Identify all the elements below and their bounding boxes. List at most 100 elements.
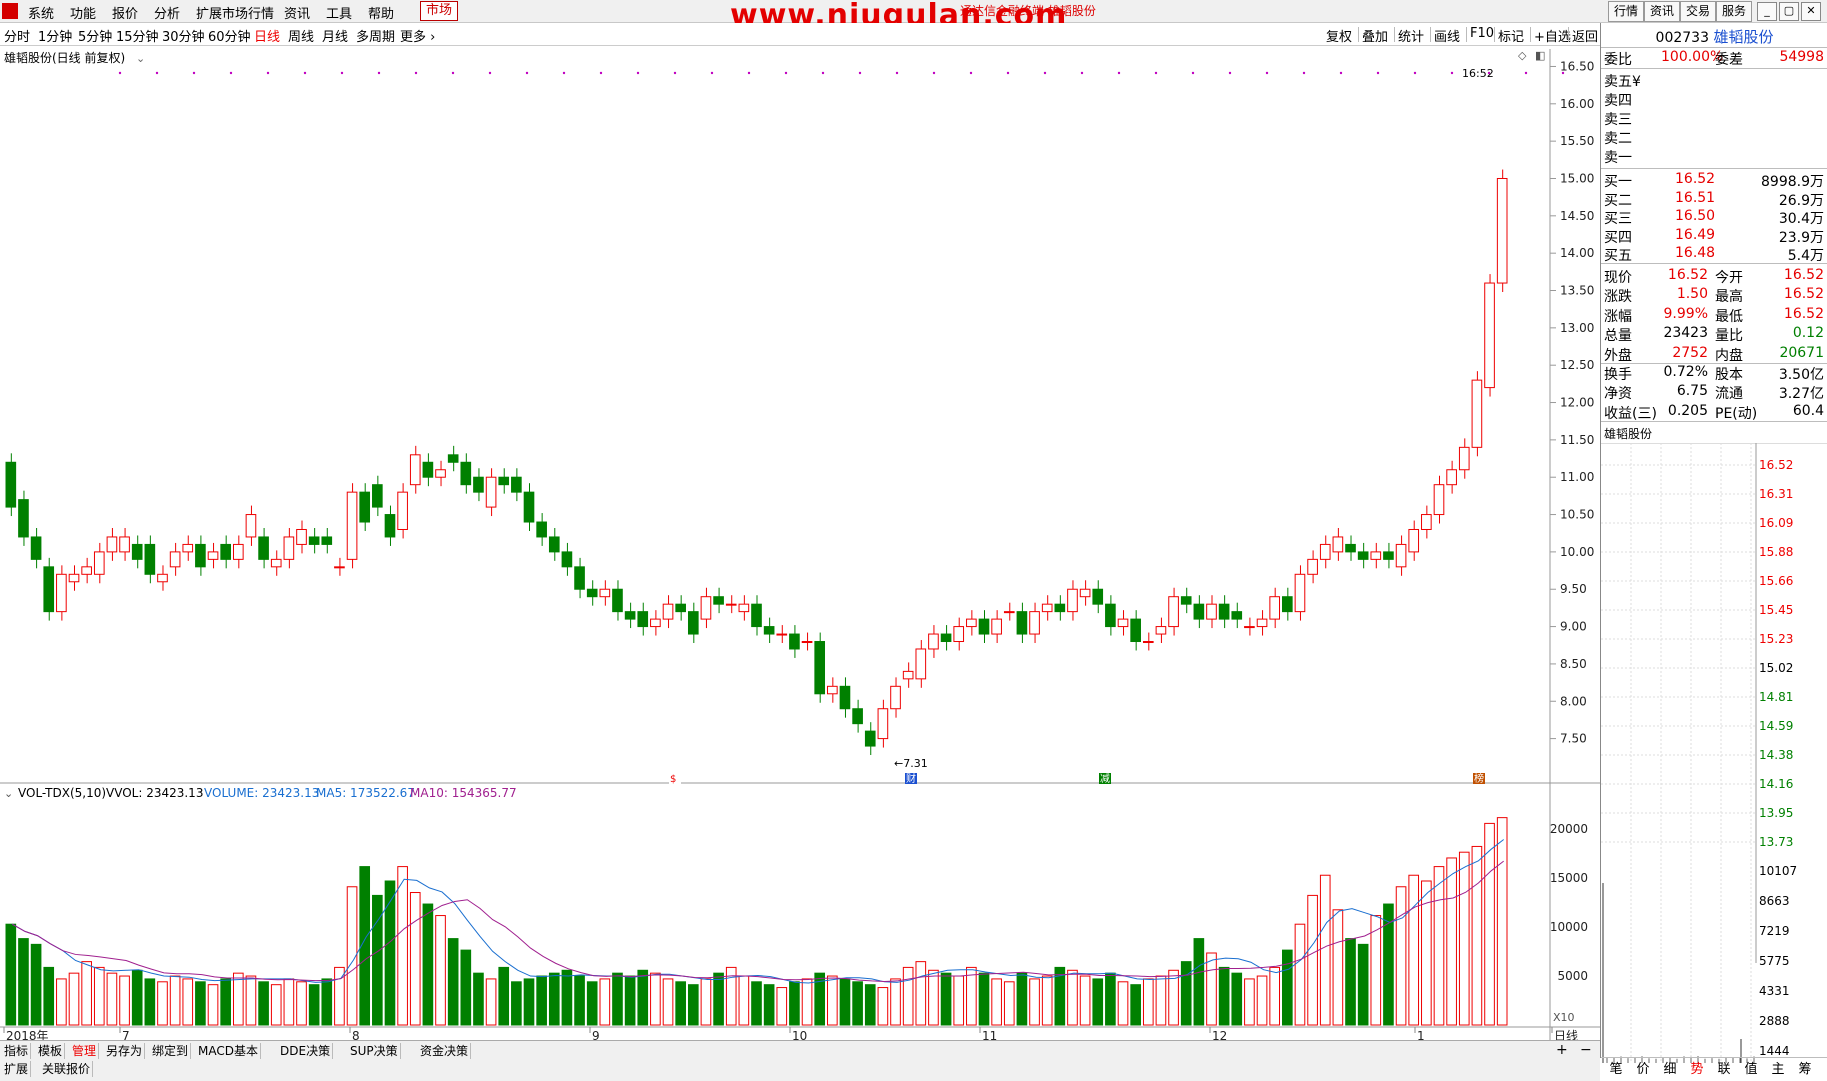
stat-label-2: 今开 [1715,267,1743,287]
period-15min[interactable]: 15分钟 [116,26,159,45]
volume-bar [474,973,484,1025]
kline-chart[interactable]: 7.50 8.00 8.50 9.00 9.50 10.00 10.50 11.00 11.50… [0,46,1600,1046]
tool-overlay[interactable]: 叠加 [1362,26,1388,45]
top-btn-quote[interactable]: 行情 [1608,1,1644,22]
period-1min[interactable]: 1分钟 [38,26,72,45]
period-weekly[interactable]: 周线 [288,26,314,45]
indicator-volume: VOLUME: 23423.13 [204,786,319,800]
candle-body [1219,604,1229,619]
quote-tab[interactable]: 筹 [1792,1060,1818,1080]
chart-window-icon[interactable]: ◧ [1535,49,1545,62]
mini-price-label: 16.09 [1759,516,1793,530]
candle-body [1030,612,1040,634]
quote-tab[interactable]: 联 [1711,1060,1737,1080]
menu-tools[interactable]: 工具 [326,3,352,22]
indicator-tab[interactable]: DDE决策 [278,1043,333,1059]
tool-mark[interactable]: 标记 [1498,26,1524,45]
candle-body [1017,612,1027,634]
volume-bar [663,979,673,1025]
indicator-tab[interactable]: SUP决策 [348,1043,401,1059]
event-dot [600,72,602,74]
period-60min[interactable]: 60分钟 [208,26,251,45]
volume-bar [992,979,1002,1025]
menu-news[interactable]: 资讯 [284,3,310,22]
period-multi[interactable]: 多周期 [356,26,395,45]
market-button[interactable]: 市场 [420,1,458,21]
stat-row: 涨跌 1.50 最高 16.52 [1601,286,1827,305]
indicator-tab[interactable]: 另存为 [104,1043,145,1059]
candle-body [1131,619,1141,641]
bottom-tab[interactable]: 扩展 [2,1061,31,1077]
candle-body [1245,627,1255,628]
candle-body [524,492,534,522]
menu-analysis[interactable]: 分析 [154,3,180,22]
candle-body [6,462,16,507]
tool-back[interactable]: 返回 [1572,26,1598,45]
y-tick-label: 8.00 [1560,694,1587,708]
candle-body [1396,544,1406,566]
quote-tab[interactable]: 势 [1684,1060,1710,1080]
y-tick-label: 14.00 [1560,246,1594,260]
tool-fuquan[interactable]: 复权 [1326,26,1352,45]
minimize-icon[interactable]: _ [1757,2,1777,21]
stat-value: 16.52 [1668,267,1708,283]
menu-ext-market[interactable]: 扩展市场行情 [196,3,274,22]
candle-body [1447,470,1457,485]
period-5min[interactable]: 5分钟 [78,26,112,45]
tool-draw[interactable]: 画线 [1434,26,1460,45]
y-tick-label: 8.50 [1560,657,1587,671]
indicator-menu-icon[interactable]: ⌄ [4,787,13,800]
menu-function[interactable]: 功能 [70,3,96,22]
close-icon[interactable]: ✕ [1801,2,1821,21]
tool-add-favorite[interactable]: +自选 [1534,26,1571,45]
period-fenshi[interactable]: 分时 [4,26,30,45]
candle-body [1156,627,1166,634]
indicator-tab[interactable]: 指标 [2,1043,31,1059]
top-btn-news[interactable]: 资讯 [1644,1,1680,22]
indicator-tab[interactable]: 资金决策 [418,1043,471,1059]
period-monthly[interactable]: 月线 [322,26,348,45]
candle-body [284,537,294,559]
menu-quote[interactable]: 报价 [112,3,138,22]
top-btn-trade[interactable]: 交易 [1680,1,1716,22]
event-dot [1303,72,1305,74]
intraday-mini-chart[interactable]: 16.52 16.31 16.09 15.88 15.66 15.45 15.23 15.02… [1601,443,1827,1077]
y-tick-label: 12.50 [1560,358,1594,372]
restore-icon[interactable]: ▢ [1779,2,1799,21]
volume-bar [954,976,964,1025]
event-dot [341,72,343,74]
remove-indicator-icon[interactable]: − [1580,1042,1592,1058]
y-tick-label: 9.00 [1560,620,1587,634]
period-more[interactable]: 更多 › [400,26,435,45]
bottom-tab[interactable]: 关联报价 [40,1061,93,1077]
candle-body [512,477,522,492]
indicator-tab[interactable]: 绑定到 [150,1043,191,1059]
period-daily[interactable]: 日线 [254,26,280,45]
tool-stats[interactable]: 统计 [1398,26,1424,45]
indicator-name[interactable]: VOL-TDX(5,10) [18,786,106,800]
quote-tab[interactable]: 值 [1738,1060,1764,1080]
chart-title: 雄韬股份(日线 前复权) [4,50,125,65]
indicator-tab[interactable]: MACD基本 [196,1043,261,1059]
indicator-tab[interactable]: 模板 [36,1043,65,1059]
candle-body [347,492,357,559]
volume-bar [1219,967,1229,1025]
sell-label: 卖一 [1604,147,1632,167]
tool-f10[interactable]: F10 [1470,26,1494,41]
period-30min[interactable]: 30分钟 [162,26,205,45]
quote-tab[interactable]: 笔 [1603,1060,1629,1080]
volume-bar [120,976,130,1025]
indicator-tab[interactable]: 管理 [70,1043,99,1059]
chart-title-arrow-icon[interactable]: ⌄ [136,52,145,65]
quote-tab[interactable]: 细 [1657,1060,1683,1080]
top-btn-service[interactable]: 服务 [1716,1,1752,22]
add-indicator-icon[interactable]: + [1556,1042,1568,1058]
event-dot [156,72,158,74]
quote-tab[interactable]: 主 [1765,1060,1791,1080]
mini-vol-label: 5775 [1759,954,1790,968]
menu-help[interactable]: 帮助 [368,3,394,22]
quote-tab[interactable]: 价 [1630,1060,1656,1080]
chart-diamond-icon[interactable]: ◇ [1518,49,1527,62]
menu-system[interactable]: 系统 [28,3,54,22]
sell-label: 卖三 [1604,109,1632,129]
